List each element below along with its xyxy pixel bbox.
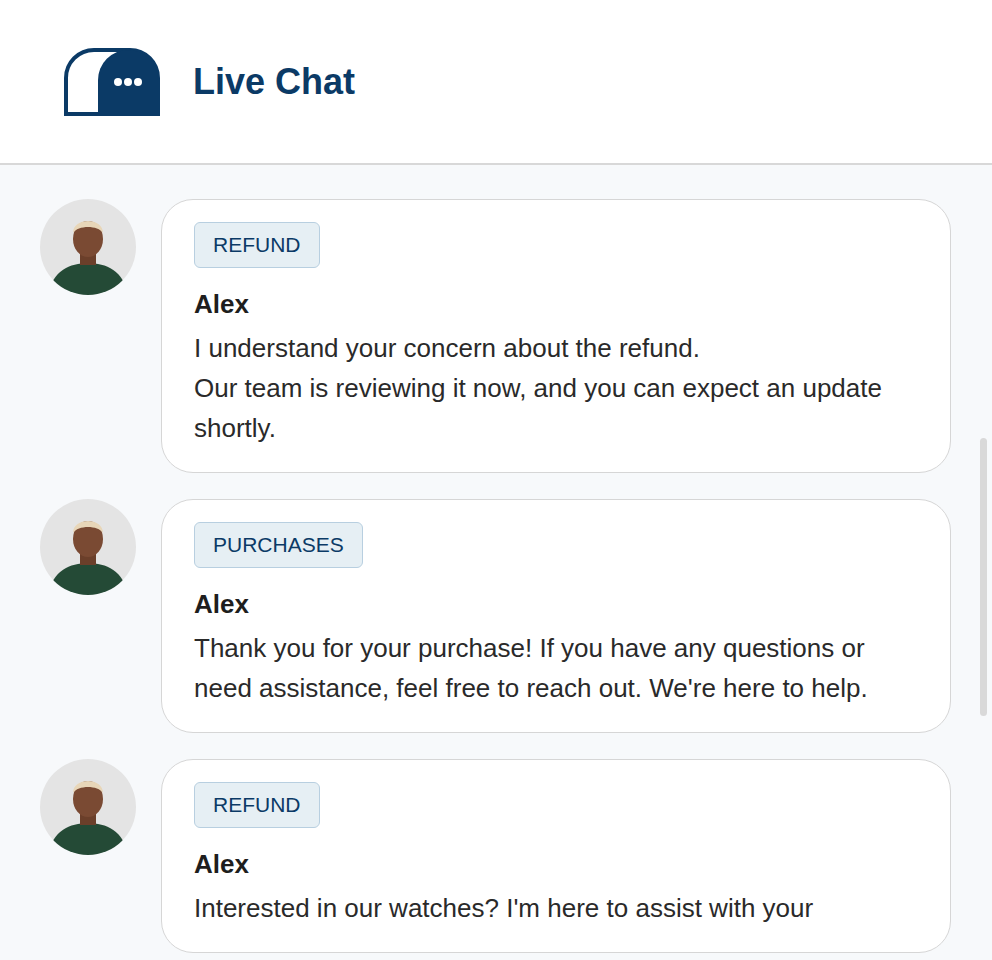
avatar (40, 759, 136, 855)
message-author: Alex (194, 286, 249, 322)
message-text: Interested in our watches? I'm here to a… (194, 888, 813, 928)
message-row: REFUND Alex Interested in our watches? I… (40, 759, 951, 953)
message-text: I understand your concern about the refu… (194, 328, 918, 448)
message-card: REFUND Alex I understand your concern ab… (161, 199, 951, 473)
message-row: REFUND Alex I understand your concern ab… (40, 199, 951, 473)
person-avatar-icon (40, 499, 136, 595)
person-avatar-icon (40, 759, 136, 855)
message-author: Alex (194, 586, 249, 622)
message-tag: PURCHASES (194, 522, 363, 568)
message-row: PURCHASES Alex Thank you for your purcha… (40, 499, 951, 733)
person-avatar-icon (40, 199, 136, 295)
chat-header: Live Chat (0, 0, 992, 165)
message-card: REFUND Alex Interested in our watches? I… (161, 759, 951, 953)
message-author: Alex (194, 846, 249, 882)
live-chat-page: Live Chat REFUND Alex I understand your … (0, 0, 992, 960)
avatar (40, 199, 136, 295)
chat-title: Live Chat (193, 61, 355, 103)
message-tag: REFUND (194, 782, 320, 828)
message-card: PURCHASES Alex Thank you for your purcha… (161, 499, 951, 733)
message-text: Thank you for your purchase! If you have… (194, 628, 918, 708)
message-tag: REFUND (194, 222, 320, 268)
scrollbar-thumb[interactable] (980, 438, 987, 716)
avatar (40, 499, 136, 595)
message-list: REFUND Alex I understand your concern ab… (0, 165, 992, 960)
chat-bubbles-icon (64, 48, 160, 116)
